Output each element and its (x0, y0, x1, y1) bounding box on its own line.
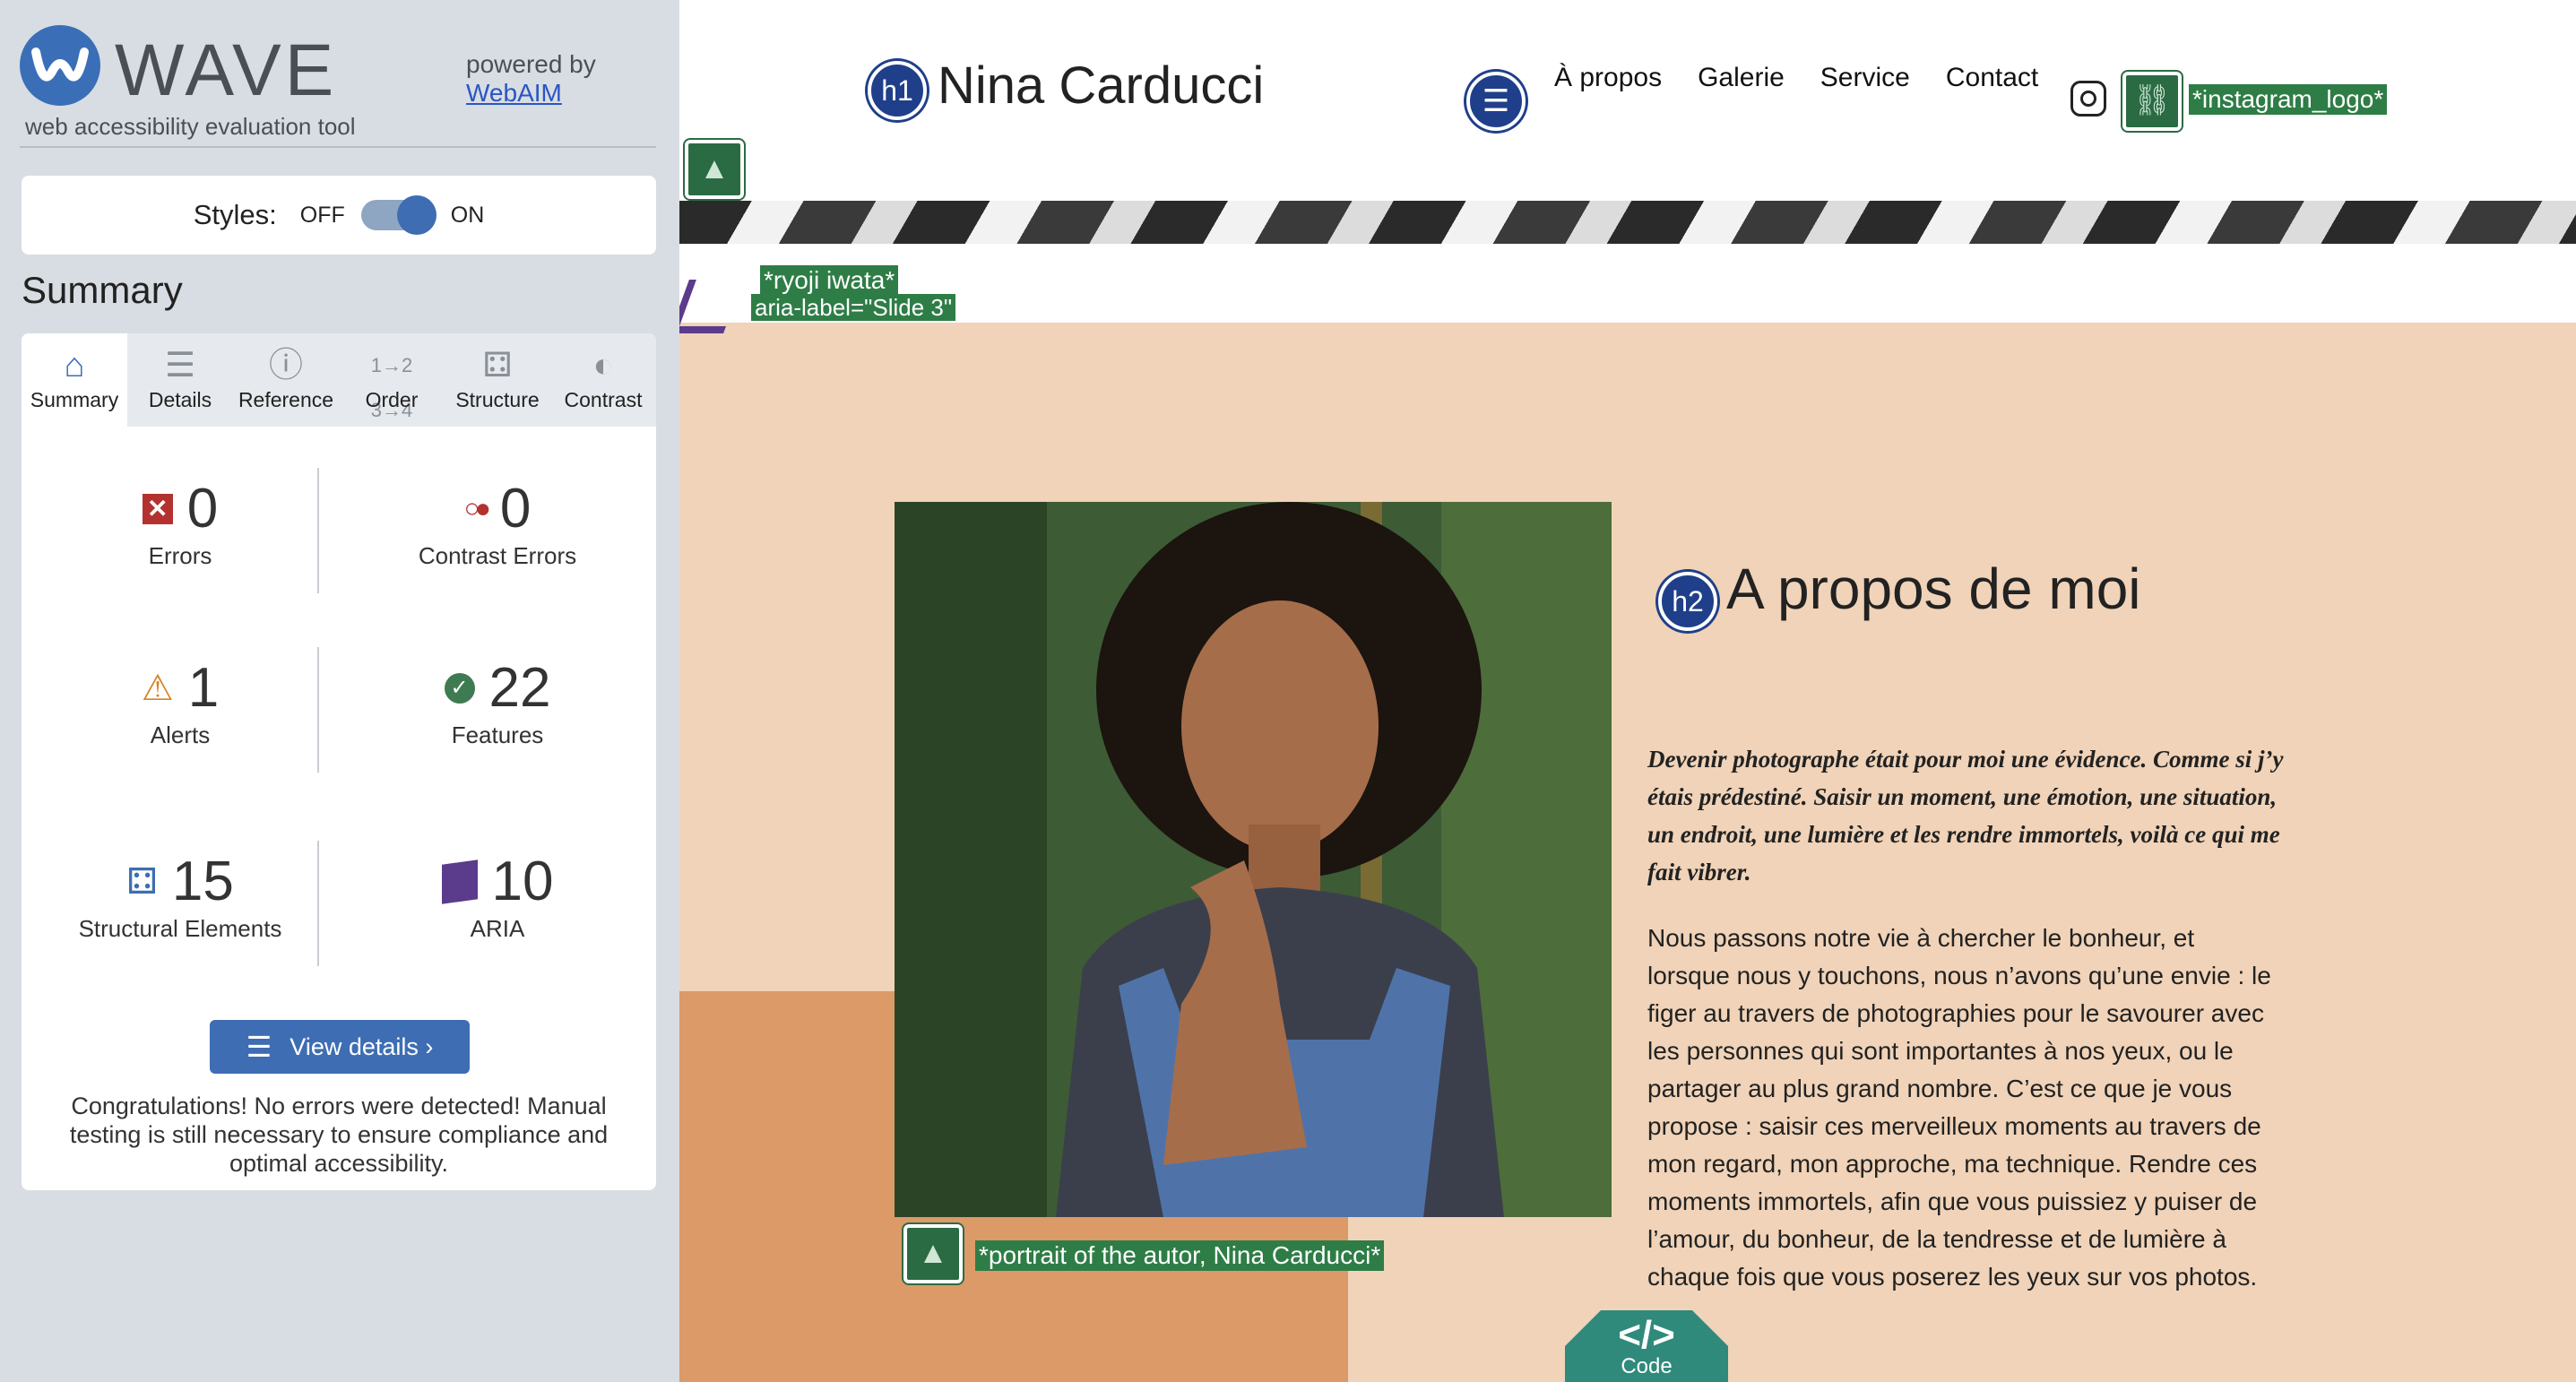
summary-heading: Summary (22, 269, 183, 311)
tab-structure[interactable]: ⚃ Structure (445, 333, 550, 427)
hero-alt-label: *ryoji iwata* (760, 265, 899, 296)
structural-count: 15 (171, 851, 234, 912)
wave-sidebar: WAVE web accessibility evaluation tool p… (0, 0, 679, 1382)
wave-logo-text: WAVE (115, 30, 338, 111)
tab-contrast[interactable]: ◐ Contrast (550, 333, 656, 427)
structural-label: Structural Elements (78, 915, 282, 942)
about-section: ▲ h2 A propos de moi Devenir photographe… (679, 140, 2576, 1382)
tab-reference[interactable]: ⓘ Reference (233, 333, 339, 427)
portrait-illustration (895, 502, 1612, 1217)
website-page: h1 Nina Carducci ☰ À propos Galerie Serv… (679, 0, 2576, 1382)
contrast-errors-label: Contrast Errors (418, 542, 577, 569)
tab-order[interactable]: 1→2 3→4 Order (339, 333, 445, 427)
view-details-label: View details › (290, 1032, 434, 1060)
alerts-stat[interactable]: ⚠ 1 Alerts (22, 629, 339, 773)
styles-toggle[interactable] (360, 195, 437, 235)
site-title: Nina Carducci (938, 56, 1265, 115)
about-quote: Devenir photographe était pour moi une é… (1647, 746, 2284, 885)
order-icon: 1→2 3→4 (370, 354, 413, 421)
webaim-link[interactable]: WebAIM (466, 79, 562, 107)
alerts-label: Alerts (150, 721, 211, 748)
code-icon: </> (1618, 1313, 1675, 1357)
styles-toggle-panel: Styles: OFF ON (22, 176, 656, 255)
structural-stat[interactable]: ⚃ 15 Structural Elements (22, 823, 339, 966)
contrast-error-icon: ○● (463, 493, 491, 523)
tab-label: Reference (238, 388, 334, 411)
list-icon: ☰ (164, 347, 196, 384)
nav-item-galerie[interactable]: Galerie (1698, 63, 1785, 93)
wave-logo-icon (20, 25, 100, 106)
tab-label: Summary (30, 388, 119, 411)
list-icon: ☰ (246, 1031, 272, 1063)
list-badge-icon[interactable]: ☰ (1466, 72, 1526, 131)
powered-by-label: powered by (466, 50, 596, 78)
main-nav: À propos Galerie Service Contact (1554, 63, 2038, 93)
site-header: h1 Nina Carducci ☰ À propos Galerie Serv… (679, 0, 2576, 201)
tab-label: Structure (455, 388, 540, 411)
view-details-button[interactable]: ☰ View details › (210, 1020, 470, 1074)
portrait-alt-label: *portrait of the autor, Nina Carducci* (975, 1240, 1385, 1271)
tab-bar: ⌂ Summary ☰ Details ⓘ Reference 1→2 3→4 O… (22, 333, 656, 427)
stats-row: ⚃ 15 Structural Elements 10 ARIA (22, 823, 656, 966)
code-label: Code (1621, 1354, 1673, 1378)
summary-panel: ⌂ Summary ☰ Details ⓘ Reference 1→2 3→4 O… (22, 333, 656, 1190)
h2-badge-icon[interactable]: h2 (1658, 572, 1717, 631)
contrast-icon: ◐ (592, 347, 614, 384)
alerts-count: 1 (187, 657, 220, 719)
error-icon: ✕ (142, 493, 173, 524)
contrast-errors-stat[interactable]: ○● 0 Contrast Errors (339, 450, 656, 593)
features-count: 22 (488, 657, 551, 719)
nav-item-service[interactable]: Service (1820, 63, 1910, 93)
congrats-message: Congratulations! No errors were detected… (69, 1093, 609, 1177)
contrast-errors-count: 0 (499, 478, 532, 540)
nav-item-contact[interactable]: Contact (1946, 63, 2038, 93)
tab-details[interactable]: ☰ Details (127, 333, 233, 427)
about-heading: A propos de moi (1726, 557, 2141, 621)
tab-label: Details (148, 388, 212, 411)
powered-by: powered by WebAIM (466, 50, 596, 108)
portrait-image (895, 502, 1612, 1217)
errors-label: Errors (148, 542, 212, 569)
divider (20, 146, 656, 148)
info-icon: ⓘ (268, 347, 303, 384)
image-badge-icon[interactable]: ▲ (685, 140, 744, 199)
aria-stat[interactable]: 10 ARIA (339, 823, 656, 966)
h1-badge-icon[interactable]: h1 (868, 61, 927, 120)
feature-check-icon: ✓ (444, 672, 475, 704)
stats-row: ✕ 0 Errors ○● 0 Contrast Errors (22, 450, 656, 593)
aria-count: 10 (491, 851, 554, 912)
aria-icon (441, 859, 478, 904)
instagram-alt-label: *instagram_logo* (2189, 84, 2388, 115)
styles-on-label: ON (450, 202, 485, 228)
instagram-icon[interactable] (2070, 81, 2106, 117)
aria-label-tag: aria-label="Slide 3" (751, 294, 956, 321)
structure-icon: ⚃ (482, 347, 513, 384)
alert-icon: ⚠ (141, 668, 174, 708)
tab-label: Contrast (564, 388, 643, 411)
errors-stat[interactable]: ✕ 0 Errors (22, 450, 339, 593)
linked-image-badge-icon[interactable]: ⛓ (2122, 72, 2182, 131)
stats-row: ⚠ 1 Alerts ✓ 22 Features (22, 629, 656, 773)
about-body-text: Nous passons notre vie à chercher le bon… (1647, 924, 2271, 1291)
home-icon: ⌂ (64, 347, 85, 384)
styles-off-label: OFF (299, 202, 345, 228)
hero-image-strip (679, 201, 2576, 244)
tab-label: Order (365, 388, 419, 411)
code-toggle-button[interactable]: </> Code (1565, 1310, 1728, 1382)
wave-tagline: web accessibility evaluation tool (25, 113, 356, 140)
tab-summary[interactable]: ⌂ Summary (22, 333, 127, 427)
features-stat[interactable]: ✓ 22 Features (339, 629, 656, 773)
image-badge-icon[interactable]: ▲ (903, 1224, 963, 1283)
features-label: Features (451, 721, 544, 748)
styles-label: Styles: (193, 199, 277, 230)
errors-count: 0 (186, 478, 219, 540)
toggle-knob[interactable] (396, 195, 437, 235)
aria-label-text: ARIA (470, 915, 525, 942)
nav-item-a-propos[interactable]: À propos (1554, 63, 1662, 93)
structure-icon: ⚃ (126, 861, 158, 902)
